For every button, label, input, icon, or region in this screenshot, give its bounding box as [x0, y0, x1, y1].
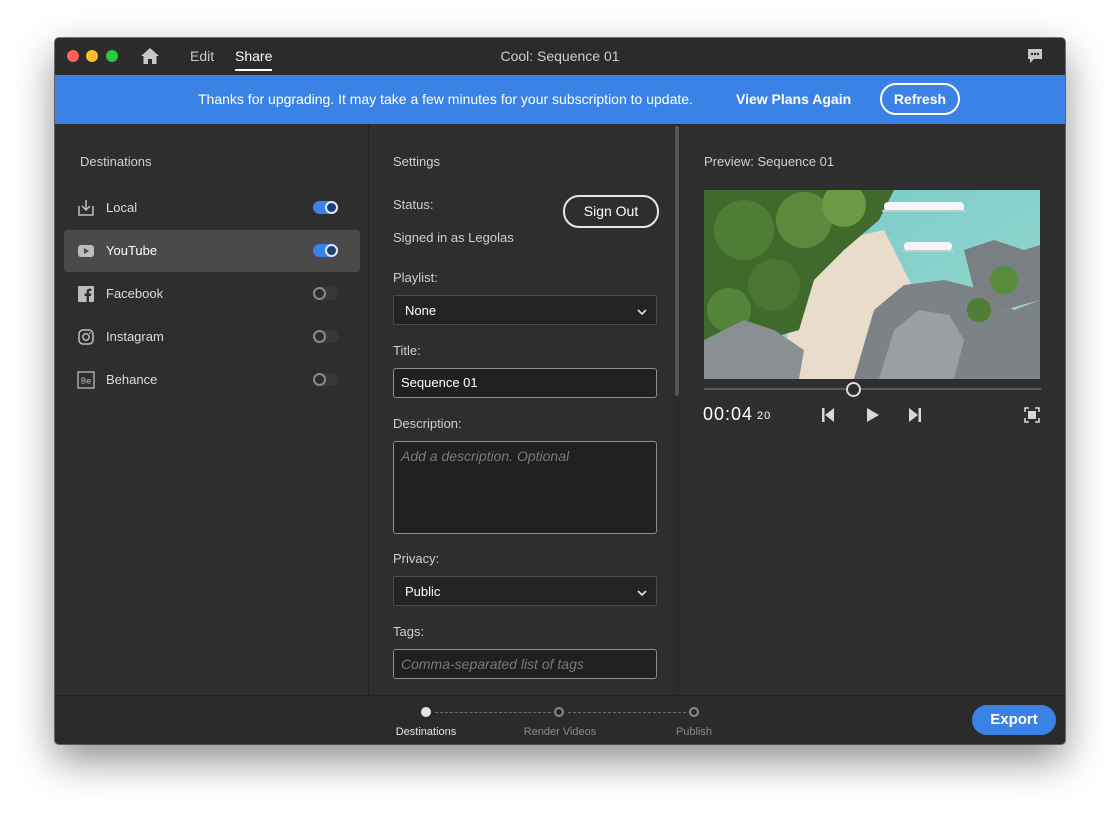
destination-behance[interactable]: Be Behance	[64, 359, 360, 401]
destinations-panel: Destinations Local YouTube Facebook Inst…	[55, 124, 368, 695]
step-label-destinations: Destinations	[395, 726, 457, 738]
chevron-down-icon	[636, 305, 648, 317]
title-input[interactable]: Sequence 01	[393, 368, 657, 398]
view-plans-link[interactable]: View Plans Again	[736, 91, 851, 107]
preview-video-frame	[704, 190, 1040, 379]
youtube-toggle[interactable]	[313, 244, 338, 257]
destination-facebook[interactable]: Facebook	[64, 273, 360, 315]
tags-input[interactable]: Comma-separated list of tags	[393, 649, 657, 679]
playhead-handle[interactable]	[846, 382, 861, 397]
settings-scrollbar[interactable]	[675, 126, 679, 396]
app-window: Edit Share Cool: Sequence 01 Thanks for …	[55, 38, 1065, 744]
fullscreen-icon[interactable]	[1023, 406, 1041, 424]
step-forward-icon[interactable]	[905, 406, 923, 424]
timecode: 00:04 20	[703, 404, 771, 425]
playlist-value: None	[405, 303, 437, 318]
behance-icon: Be	[77, 371, 95, 389]
preview-heading: Preview: Sequence 01	[704, 154, 835, 169]
destination-instagram[interactable]: Instagram	[64, 316, 360, 358]
destinations-heading: Destinations	[80, 154, 152, 169]
step-connector	[435, 712, 551, 713]
instagram-icon	[77, 328, 95, 346]
timecode-time: 00:04	[703, 404, 754, 424]
destination-label: Facebook	[106, 286, 164, 301]
upgrade-banner: Thanks for upgrading. It may take a few …	[55, 75, 1065, 124]
description-placeholder: Add a description. Optional	[401, 448, 570, 464]
description-textarea[interactable]: Add a description. Optional	[393, 441, 657, 534]
step-destinations-dot	[421, 707, 431, 717]
title-input-value: Sequence 01	[401, 375, 478, 390]
facebook-toggle[interactable]	[313, 287, 338, 300]
refresh-button[interactable]: Refresh	[880, 83, 960, 115]
destination-local[interactable]: Local	[64, 187, 360, 229]
step-label-publish: Publish	[675, 726, 713, 738]
export-button[interactable]: Export	[972, 705, 1056, 735]
footer-bar: Destinations Render Videos Publish Expor…	[55, 695, 1065, 744]
sign-out-button[interactable]: Sign Out	[563, 195, 659, 228]
signed-in-text: Signed in as Legolas	[393, 230, 514, 245]
chevron-down-icon	[636, 586, 648, 598]
facebook-icon	[77, 285, 95, 303]
tags-label: Tags:	[393, 624, 425, 639]
destination-label: Instagram	[106, 329, 164, 344]
chat-icon[interactable]	[1026, 47, 1044, 65]
play-icon[interactable]	[863, 406, 881, 424]
privacy-value: Public	[405, 584, 441, 599]
instagram-toggle[interactable]	[313, 330, 338, 343]
description-label: Description:	[393, 416, 462, 431]
behance-toggle[interactable]	[313, 373, 338, 386]
download-icon	[77, 199, 95, 217]
step-connector	[568, 712, 686, 713]
destination-label: YouTube	[106, 243, 158, 258]
youtube-icon	[77, 242, 95, 260]
local-toggle[interactable]	[313, 201, 338, 214]
window-title: Cool: Sequence 01	[500, 48, 620, 64]
title-bar: Edit Share Cool: Sequence 01	[55, 38, 1065, 75]
destination-youtube[interactable]: YouTube	[64, 230, 360, 272]
title-label: Title:	[393, 343, 421, 358]
destination-label: Local	[106, 200, 138, 215]
status-label: Status:	[393, 197, 434, 212]
playlist-select[interactable]: None	[393, 295, 657, 325]
step-publish-dot	[689, 707, 699, 717]
scrubber-track[interactable]	[704, 388, 1041, 390]
privacy-select[interactable]: Public	[393, 576, 657, 606]
privacy-label: Privacy:	[393, 551, 440, 566]
settings-heading: Settings	[393, 154, 440, 169]
tags-placeholder: Comma-separated list of tags	[401, 656, 584, 672]
timecode-frames: 20	[757, 410, 772, 422]
destination-label: Behance	[106, 372, 158, 387]
step-render-dot	[554, 707, 564, 717]
step-back-icon[interactable]	[820, 406, 838, 424]
playlist-label: Playlist:	[393, 270, 438, 285]
step-label-render: Render Videos	[523, 726, 597, 738]
svg-text:Be: Be	[81, 377, 91, 386]
banner-message: Thanks for upgrading. It may take a few …	[198, 91, 693, 107]
